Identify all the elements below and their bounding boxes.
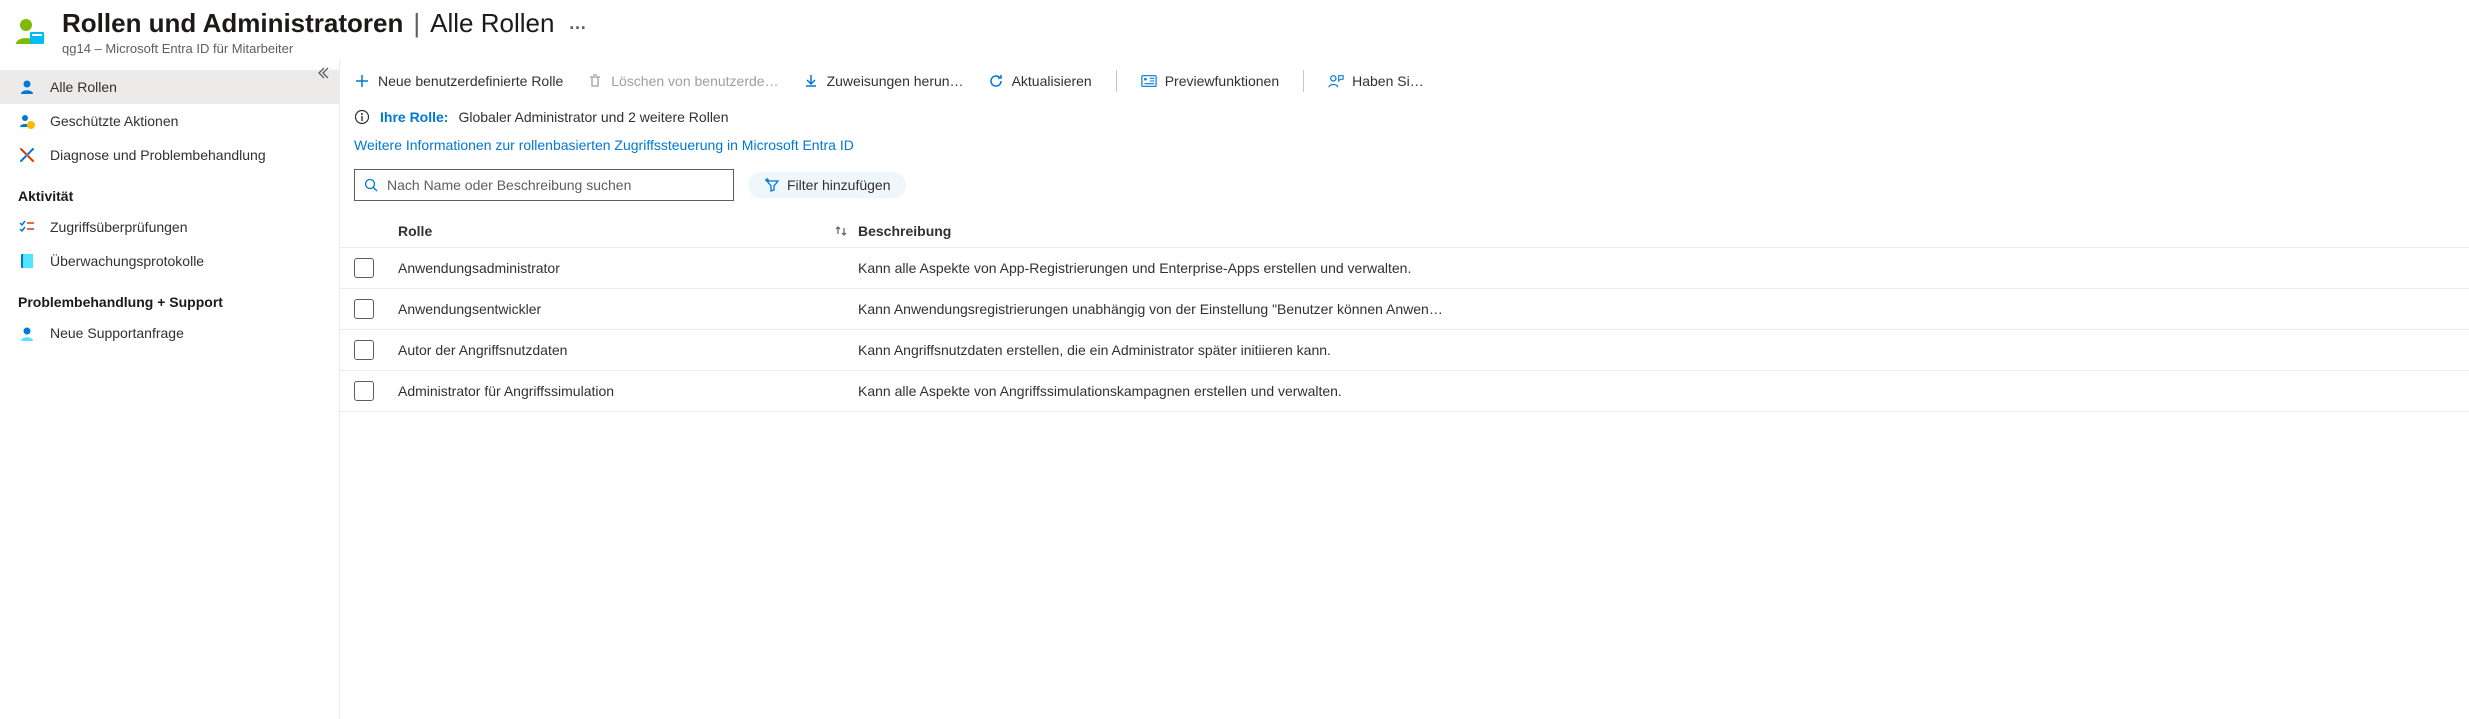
more-button[interactable]: … (568, 13, 588, 34)
role-description: Kann Anwendungsregistrierungen unabhängi… (858, 301, 2455, 317)
row-checkbox[interactable] (354, 340, 374, 360)
column-header-role[interactable]: Rolle (398, 223, 858, 239)
sidebar: Alle Rollen Geschützte Aktionen Diagnose… (0, 60, 340, 719)
sidebar-item-label: Geschützte Aktionen (50, 113, 178, 129)
table-row[interactable]: Autor der Angriffsnutzdaten Kann Angriff… (340, 330, 2469, 371)
toolbar-separator (1116, 70, 1117, 92)
role-name-link[interactable]: Anwendungsentwickler (398, 301, 541, 317)
filter-row: Filter hinzufügen (340, 169, 2469, 215)
table-row[interactable]: Anwendungsadministrator Kann alle Aspekt… (340, 248, 2469, 289)
table-header: Rolle Beschreibung (340, 215, 2469, 248)
sidebar-section-support: Problembehandlung + Support (0, 278, 339, 316)
preview-features-button[interactable]: Previewfunktionen (1141, 73, 1279, 89)
feedback-person-icon (1328, 73, 1344, 89)
rbac-info-link[interactable]: Weitere Informationen zur rollenbasierte… (354, 137, 854, 153)
sidebar-item-label: Neue Supportanfrage (50, 325, 184, 341)
page-title: Rollen und Administratoren | Alle Rollen… (62, 8, 588, 39)
refresh-icon (988, 73, 1004, 89)
page-header: Rollen und Administratoren | Alle Rollen… (0, 0, 2469, 60)
sidebar-item-diagnose[interactable]: Diagnose und Problembehandlung (0, 138, 339, 172)
role-description: Kann alle Aspekte von App-Registrierunge… (858, 260, 2455, 276)
column-header-description[interactable]: Beschreibung (858, 223, 2455, 239)
role-name-link[interactable]: Anwendungsadministrator (398, 260, 560, 276)
row-checkbox[interactable] (354, 258, 374, 278)
plus-icon (354, 73, 370, 89)
preview-icon (1141, 73, 1157, 89)
new-custom-role-button[interactable]: Neue benutzerdefinierte Rolle (354, 73, 563, 89)
table-row[interactable]: Anwendungsentwickler Kann Anwendungsregi… (340, 289, 2469, 330)
row-checkbox[interactable] (354, 381, 374, 401)
shield-person-icon (18, 112, 36, 130)
sidebar-section-activity: Aktivität (0, 172, 339, 210)
trash-icon (587, 73, 603, 89)
role-name-link[interactable]: Administrator für Angriffssimulation (398, 383, 614, 399)
sidebar-item-geschuetzte-aktionen[interactable]: Geschützte Aktionen (0, 104, 339, 138)
row-checkbox[interactable] (354, 299, 374, 319)
download-assignments-button[interactable]: Zuweisungen herun… (803, 73, 964, 89)
sidebar-item-ueberwachungsprotokolle[interactable]: Überwachungsprotokolle (0, 244, 339, 278)
sidebar-item-label: Zugriffsüberprüfungen (50, 219, 188, 235)
delete-button: Löschen von benutzerde… (587, 73, 778, 89)
rbac-info-link-row: Weitere Informationen zur rollenbasierte… (340, 133, 2469, 169)
sidebar-item-label: Alle Rollen (50, 79, 117, 95)
book-icon (18, 252, 36, 270)
toolbar-separator (1303, 70, 1304, 92)
search-box[interactable] (354, 169, 734, 201)
tools-icon (18, 146, 36, 164)
add-filter-button[interactable]: Filter hinzufügen (748, 172, 906, 198)
filter-icon (763, 177, 779, 193)
role-description: Kann alle Aspekte von Angriffssimulation… (858, 383, 2455, 399)
sidebar-item-neue-supportanfrage[interactable]: Neue Supportanfrage (0, 316, 339, 350)
download-icon (803, 73, 819, 89)
support-icon (18, 324, 36, 342)
toolbar: Neue benutzerdefinierte Rolle Löschen vo… (340, 60, 2469, 101)
search-input[interactable] (387, 177, 725, 193)
sidebar-item-zugriffsueberpruefungen[interactable]: Zugriffsüberprüfungen (0, 210, 339, 244)
info-icon (354, 109, 370, 125)
checklist-icon (18, 218, 36, 236)
role-name-link[interactable]: Autor der Angriffsnutzdaten (398, 342, 567, 358)
your-role-info[interactable]: Ihre Rolle: Globaler Administrator und 2… (340, 101, 2469, 133)
table-row[interactable]: Administrator für Angriffssimulation Kan… (340, 371, 2469, 412)
main-content: Neue benutzerdefinierte Rolle Löschen vo… (340, 60, 2469, 719)
roles-admin-icon (12, 14, 48, 50)
sidebar-item-label: Überwachungsprotokolle (50, 253, 204, 269)
roles-table: Rolle Beschreibung Anwendungsadministrat… (340, 215, 2469, 719)
sidebar-item-label: Diagnose und Problembehandlung (50, 147, 266, 163)
feedback-button[interactable]: Haben Si… (1328, 73, 1424, 89)
refresh-button[interactable]: Aktualisieren (988, 73, 1092, 89)
sidebar-item-alle-rollen[interactable]: Alle Rollen (0, 70, 339, 104)
sort-icon[interactable] (834, 224, 848, 238)
collapse-sidebar-button[interactable] (315, 66, 329, 80)
person-icon (18, 78, 36, 96)
breadcrumb: qg14 – Microsoft Entra ID für Mitarbeite… (62, 41, 588, 56)
search-icon (363, 177, 379, 193)
role-description: Kann Angriffsnutzdaten erstellen, die ei… (858, 342, 2455, 358)
